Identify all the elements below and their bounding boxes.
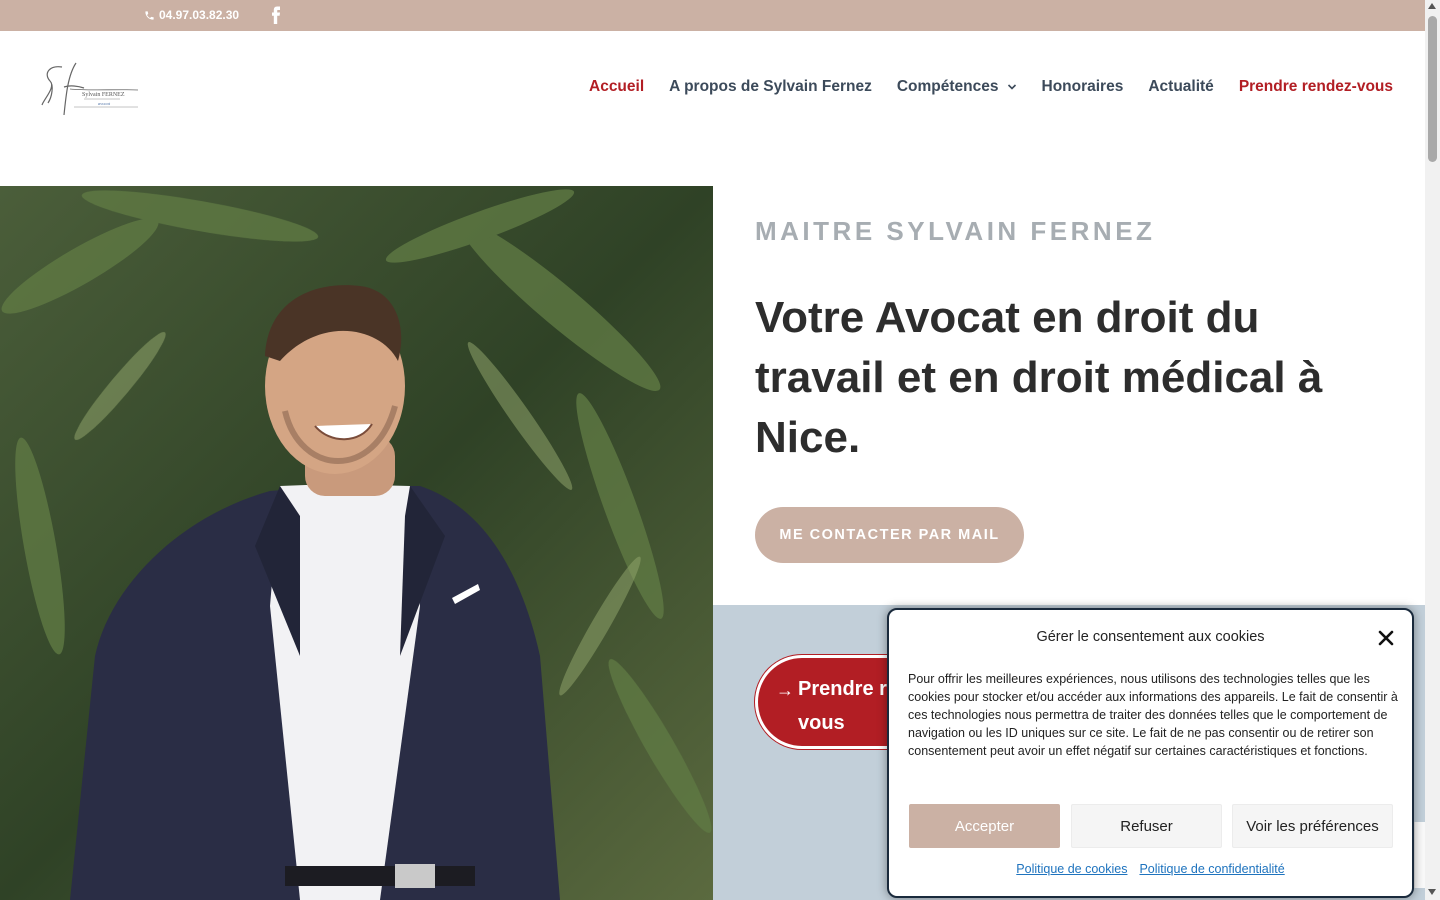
hero-portrait-photo	[0, 186, 713, 900]
cookie-consent-modal: Gérer le consentement aux cookies Pour o…	[887, 608, 1414, 898]
nav-item-accueil[interactable]: Accueil	[589, 78, 644, 96]
contact-by-mail-button[interactable]: ME CONTACTER PAR MAIL	[755, 507, 1024, 563]
nav-label: Compétences	[896, 78, 999, 95]
nav-label: Accueil	[589, 78, 645, 95]
scroll-down-arrow-icon[interactable]	[1428, 889, 1436, 895]
close-icon[interactable]	[1378, 630, 1394, 646]
nav-label: Actualité	[1148, 78, 1214, 95]
nav-item-prendre-rendez-vous[interactable]: Prendre rendez-vous	[1239, 78, 1393, 96]
logo-text: Sylvain FERNEZ	[82, 92, 125, 98]
nav-label: A propos de Sylvain Fernez	[669, 78, 872, 95]
accept-cookies-button[interactable]: Accepter	[909, 804, 1060, 848]
chevron-down-icon	[1007, 84, 1016, 90]
phone-number: 04.97.03.82.30	[159, 8, 240, 22]
recaptcha-badge	[1414, 822, 1425, 888]
site-header: Sylvain FERNEZ avocat Accueil A propos d…	[0, 31, 1425, 145]
site-logo[interactable]: Sylvain FERNEZ avocat	[40, 59, 140, 117]
portrait-illustration	[0, 186, 713, 900]
phone-contact[interactable]: 04.97.03.82.30	[144, 8, 239, 22]
cookie-modal-title: Gérer le consentement aux cookies	[1036, 629, 1265, 645]
nav-item-competences[interactable]: Compétences	[897, 78, 1017, 96]
cookie-modal-links: Politique de cookies Politique de confid…	[889, 862, 1412, 876]
hero-headline: Votre Avocat en droit du travail et en d…	[755, 293, 1323, 462]
cookie-modal-body: Pour offrir les meilleures expériences, …	[908, 672, 1398, 758]
privacy-policy-link[interactable]: Politique de confidentialité	[1139, 862, 1284, 876]
nav-item-a-propos[interactable]: A propos de Sylvain Fernez	[669, 78, 872, 96]
arrow-right-icon: →	[776, 680, 794, 700]
facebook-icon[interactable]	[270, 6, 282, 24]
nav-item-honoraires[interactable]: Honoraires	[1042, 78, 1124, 96]
main-nav: Accueil A propos de Sylvain Fernez Compé…	[589, 78, 1393, 96]
nav-item-actualite[interactable]: Actualité	[1148, 78, 1213, 96]
scroll-up-arrow-icon[interactable]	[1428, 3, 1436, 9]
page-scrollbar[interactable]	[1425, 0, 1440, 900]
scrollbar-thumb[interactable]	[1428, 16, 1437, 162]
phone-icon	[145, 10, 154, 20]
view-preferences-button[interactable]: Voir les préférences	[1232, 804, 1393, 848]
nav-label: Honoraires	[1041, 78, 1124, 95]
refuse-cookies-button[interactable]: Refuser	[1071, 804, 1222, 848]
cookie-policy-link[interactable]: Politique de cookies	[1016, 862, 1127, 876]
nav-label: Prendre rendez-vous	[1238, 78, 1393, 95]
hero-eyebrow: MAITRE SYLVAIN FERNEZ	[755, 216, 1156, 246]
top-bar: 04.97.03.82.30	[0, 0, 1425, 31]
logo-subtext: avocat	[98, 101, 111, 106]
